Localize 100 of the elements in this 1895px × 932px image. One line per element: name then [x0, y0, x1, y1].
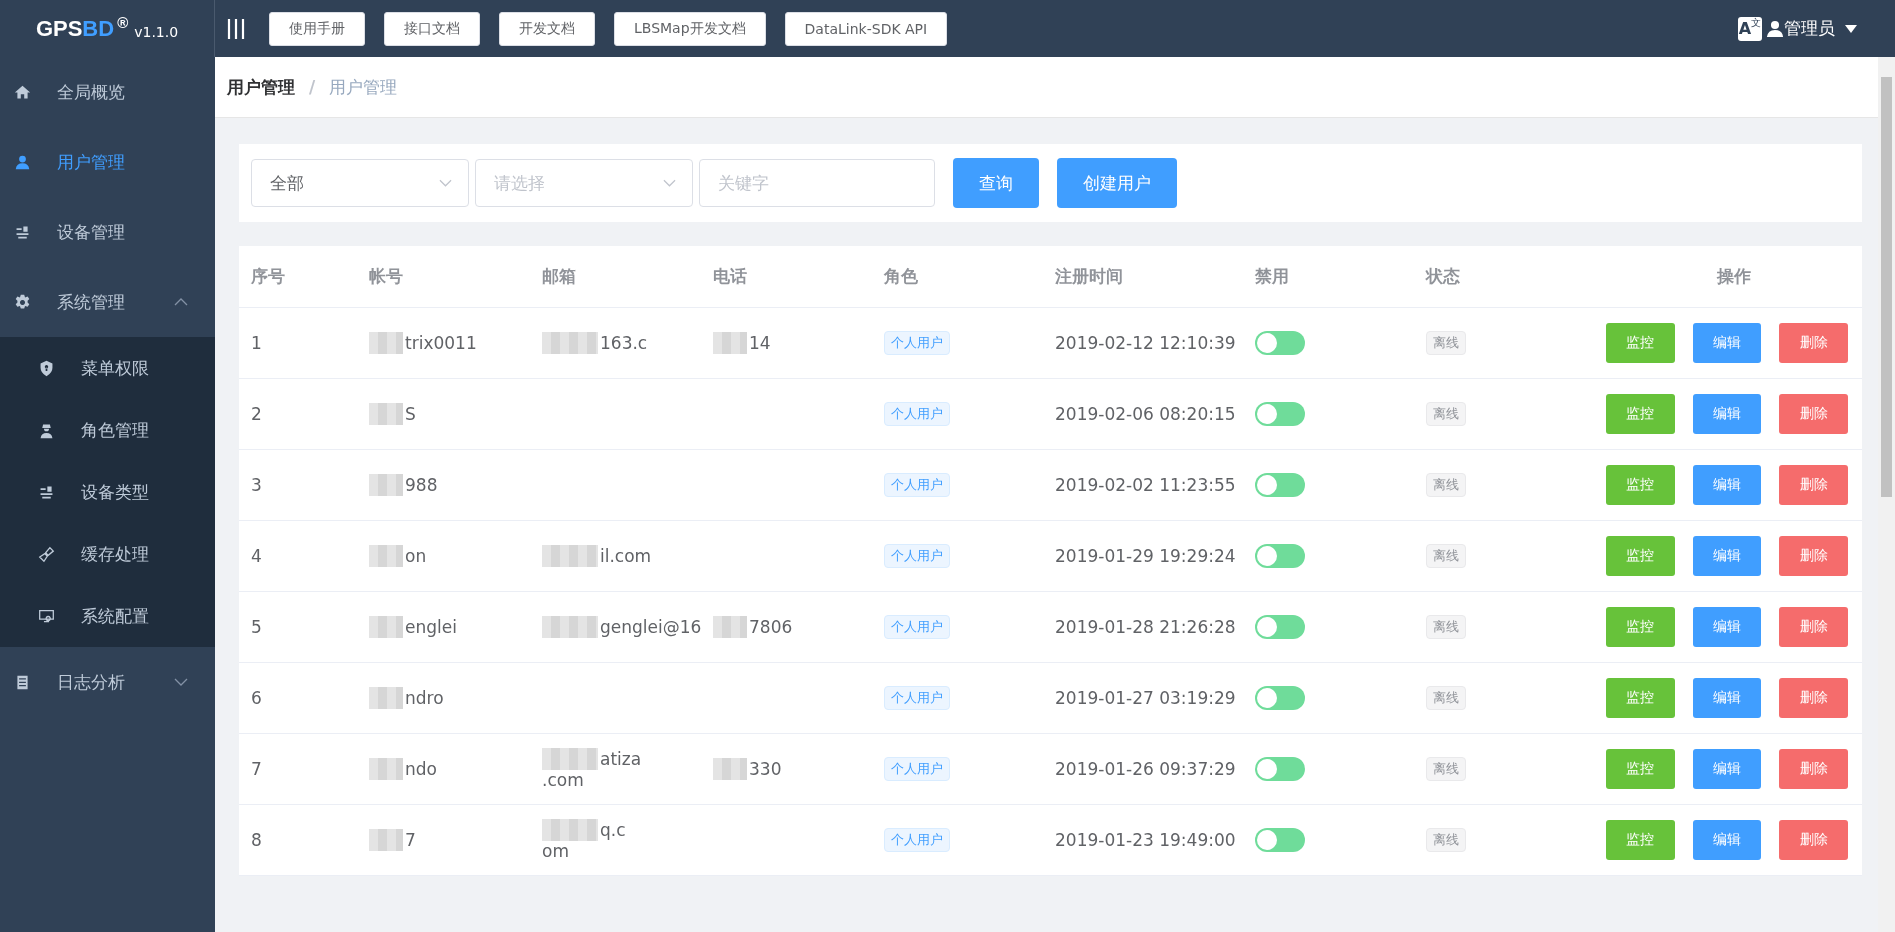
sidebar-item[interactable]: 菜单权限: [0, 337, 215, 399]
doc-link-button[interactable]: DataLink-SDK API: [784, 11, 948, 46]
monitor-button[interactable]: 监控: [1606, 820, 1675, 860]
toggle-switch[interactable]: [1255, 331, 1305, 355]
delete-button[interactable]: 删除: [1779, 607, 1848, 647]
scope-select[interactable]: 全部: [251, 159, 469, 207]
type-select[interactable]: 请选择: [475, 159, 693, 207]
table-cell: 988: [405, 475, 438, 495]
delete-button[interactable]: 删除: [1779, 394, 1848, 434]
role-tag: 个人用户: [884, 686, 950, 710]
chevron-icon: [439, 179, 452, 187]
toggle-switch[interactable]: [1255, 828, 1305, 852]
role-tag: 个人用户: [884, 828, 950, 852]
logo-text: GPSBD$^{®}$: [35, 14, 129, 43]
delete-button[interactable]: 删除: [1779, 749, 1848, 789]
sidebar-item[interactable]: 缓存处理: [0, 523, 215, 585]
table-cell-text: 2019-02-02 11:23:55: [1055, 475, 1237, 495]
edit-button[interactable]: 编辑: [1692, 607, 1762, 647]
table-cell: genglei@16: [600, 617, 702, 637]
delete-button[interactable]: 删除: [1779, 678, 1848, 718]
edit-button[interactable]: 编辑: [1692, 749, 1762, 789]
table-cell: ndo: [405, 759, 437, 779]
monitor-button[interactable]: 监控: [1606, 323, 1675, 363]
breadcrumb-current: 用户管理: [329, 75, 398, 99]
table-cell: on: [405, 546, 427, 566]
monitor-button[interactable]: 监控: [1606, 536, 1675, 576]
monitor-button[interactable]: 监控: [1606, 678, 1675, 718]
doc-link-button[interactable]: LBSMap开发文档: [614, 11, 766, 46]
redaction-mosaic: [713, 758, 747, 780]
table-cell: 14: [749, 333, 771, 353]
status-tag: 离线: [1426, 686, 1466, 710]
user-icon: [14, 153, 31, 171]
edit-button[interactable]: 编辑: [1692, 820, 1762, 860]
monitor-button[interactable]: 监控: [1606, 749, 1675, 789]
doc-link-button[interactable]: 接口文档: [384, 11, 480, 46]
caret-icon[interactable]: [1845, 24, 1857, 33]
toggle-switch[interactable]: [1255, 473, 1305, 497]
toggle-switch[interactable]: [1255, 615, 1305, 639]
edit-button[interactable]: 编辑: [1692, 678, 1762, 718]
edit-button[interactable]: 编辑: [1692, 536, 1762, 576]
table-cell-text: 2019-01-23 19:49:00: [1055, 830, 1237, 850]
monitor-button[interactable]: 监控: [1606, 465, 1675, 505]
delete-button[interactable]: 删除: [1779, 536, 1848, 576]
user-menu[interactable]: 管理员: [1784, 17, 1835, 40]
redaction-mosaic: [369, 829, 403, 851]
doc-link-button[interactable]: 使用手册: [269, 11, 365, 46]
edit-button[interactable]: 编辑: [1692, 394, 1762, 434]
status-tag: 离线: [1426, 402, 1466, 426]
column-header: 角色: [884, 265, 919, 288]
gear-icon: [14, 293, 31, 311]
breadcrumb-link[interactable]: 用户管理: [227, 75, 295, 99]
toggle-switch[interactable]: [1255, 686, 1305, 710]
edit-button[interactable]: 编辑: [1692, 323, 1762, 363]
table-cell-text: 2019-01-29 19:29:24: [1055, 546, 1237, 566]
home-icon: [14, 83, 31, 101]
keyword-field[interactable]: 关键字: [699, 159, 935, 207]
table-cell-text: 3: [251, 475, 263, 495]
table-cell: om: [542, 841, 569, 861]
delete-button[interactable]: 删除: [1779, 465, 1848, 505]
table-cell-text: 2019-02-06 08:20:15: [1055, 404, 1237, 424]
sidebar-item[interactable]: 系统管理: [0, 267, 215, 337]
role-tag: 个人用户: [884, 544, 950, 568]
column-header: 帐号: [369, 265, 404, 288]
column-header: 邮箱: [542, 265, 577, 288]
redaction-mosaic: [369, 616, 403, 638]
role-tag: 个人用户: [884, 615, 950, 639]
role-tag: 个人用户: [884, 402, 950, 426]
create-user-button[interactable]: 创建用户: [1057, 158, 1177, 208]
sidebar-item[interactable]: 设备管理: [0, 197, 215, 267]
scrollbar-thumb[interactable]: [1881, 77, 1892, 497]
table-cell: ndro: [405, 688, 444, 708]
toggle-switch[interactable]: [1255, 544, 1305, 568]
redaction-mosaic: [369, 474, 403, 496]
sidebar-item[interactable]: 角色管理: [0, 399, 215, 461]
doc-link-button[interactable]: 开发文档: [499, 11, 595, 46]
sidebar-item[interactable]: 日志分析: [0, 647, 215, 717]
toggle-switch[interactable]: [1255, 757, 1305, 781]
monitor-button[interactable]: 监控: [1606, 394, 1675, 434]
monitor-button[interactable]: 监控: [1606, 607, 1675, 647]
column-header: 电话: [713, 265, 748, 288]
delete-button[interactable]: 删除: [1779, 323, 1848, 363]
sidebar-item[interactable]: 用户管理: [0, 127, 215, 197]
sidebar-item[interactable]: 设备类型: [0, 461, 215, 523]
query-button[interactable]: 查询: [953, 158, 1039, 208]
table-cell: q.c: [600, 820, 626, 840]
table-cell: trix0011: [405, 333, 477, 353]
sidebar-item[interactable]: 全局概览: [0, 57, 215, 127]
table-cell-text: 2019-01-27 03:19:29: [1055, 688, 1237, 708]
brush-icon: [38, 545, 55, 563]
table-cell: 163.c: [600, 333, 648, 353]
redaction-mosaic: [369, 687, 403, 709]
table-cell-text: 5: [251, 617, 263, 637]
sidebar-item[interactable]: 系统配置: [0, 585, 215, 647]
status-tag: 离线: [1426, 757, 1466, 781]
delete-button[interactable]: 删除: [1779, 820, 1848, 860]
breadcrumb-separator: /: [309, 77, 316, 97]
table-cell: englei: [405, 617, 457, 637]
redaction-mosaic: [369, 545, 403, 567]
edit-button[interactable]: 编辑: [1692, 465, 1762, 505]
toggle-switch[interactable]: [1255, 402, 1305, 426]
